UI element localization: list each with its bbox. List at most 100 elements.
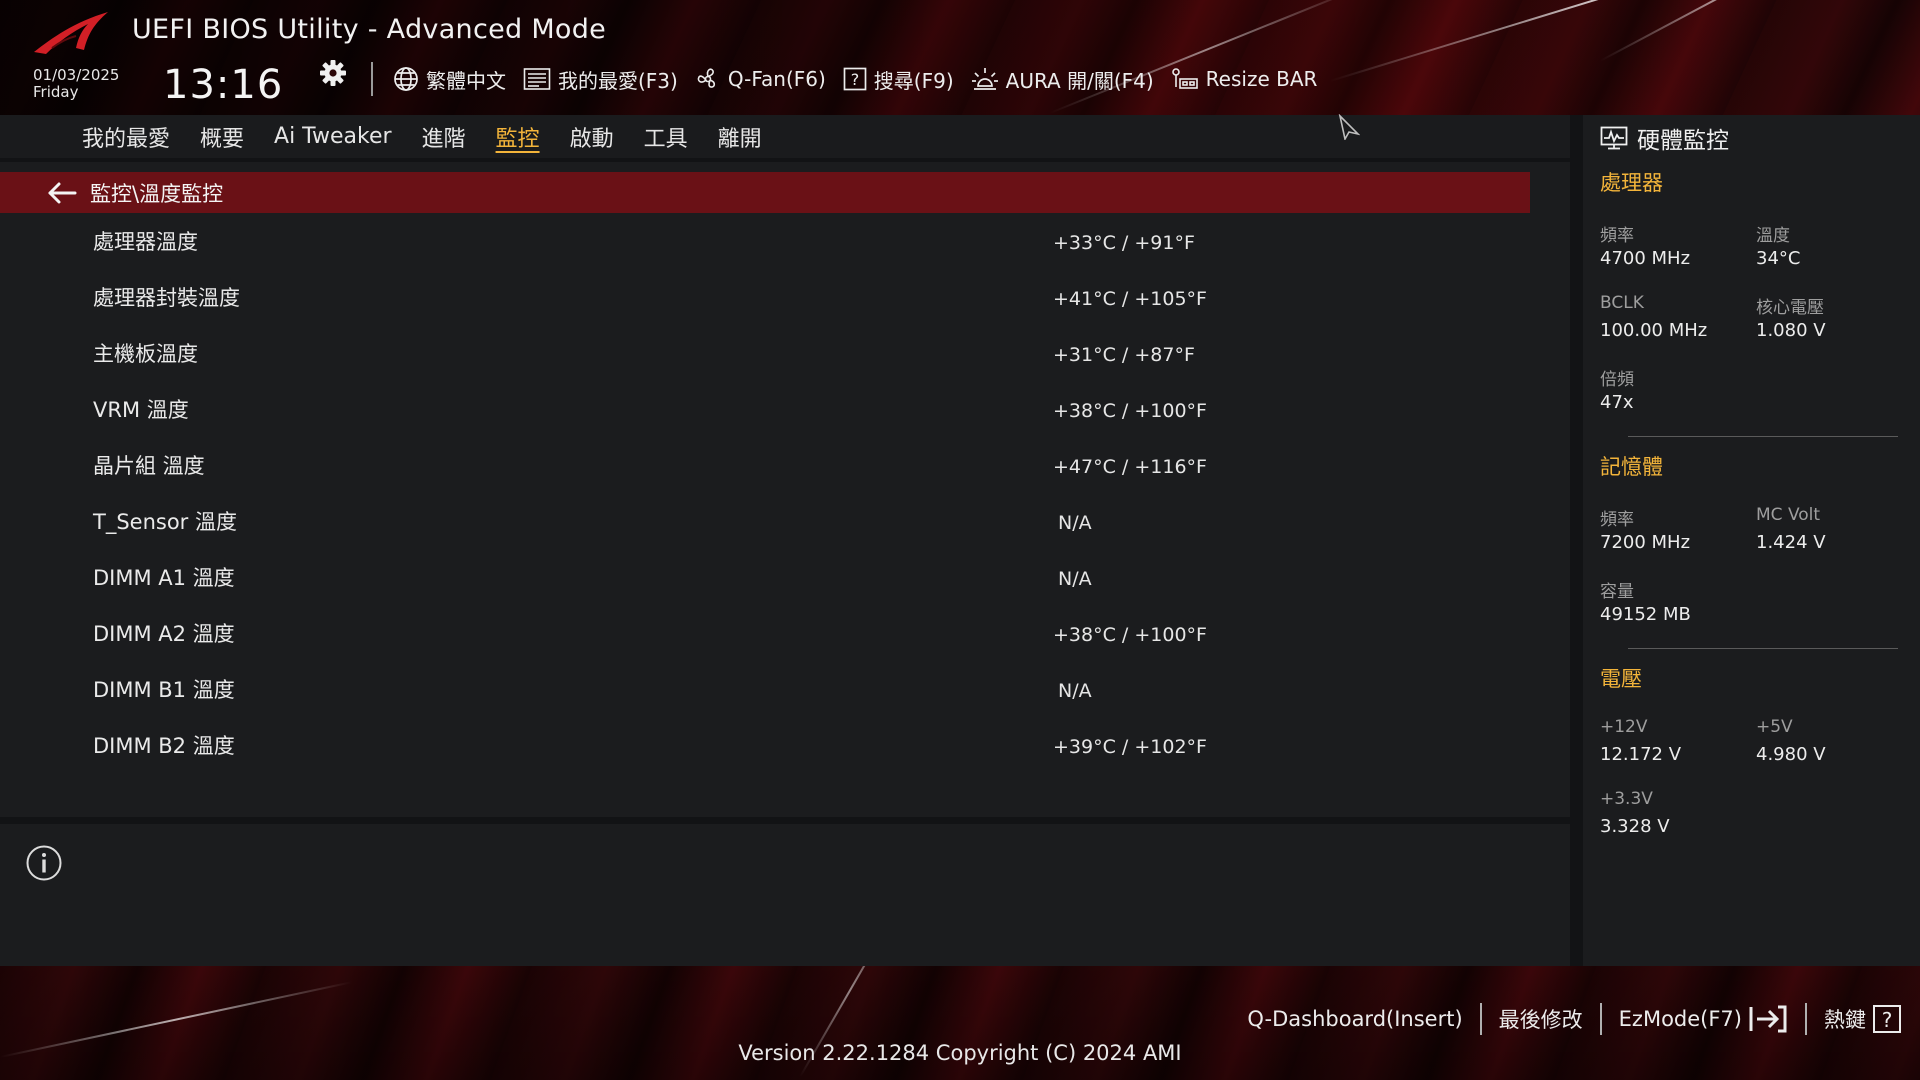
temperature-row[interactable]: 處理器封裝溫度 +41°C / +105°F [0, 274, 1530, 330]
hw-mem-freq-label: 頻率 [1600, 510, 1634, 530]
sensor-label: DIMM A2 溫度 [93, 622, 235, 646]
hw-monitor-title: 硬體監控 [1600, 118, 1729, 158]
menu-tab-8[interactable]: 離開 [718, 121, 762, 153]
qdashboard-button[interactable]: Q-Dashboard(Insert) [1247, 1007, 1462, 1031]
date-display: 01/03/2025 Friday [33, 67, 119, 101]
sensor-value: +39°C / +102°F [1053, 736, 1207, 758]
temperature-row[interactable]: VRM 溫度 +38°C / +100°F [0, 386, 1530, 442]
temperature-row[interactable]: T_Sensor 溫度 N/A [0, 498, 1530, 554]
hw-monitor-title-text: 硬體監控 [1637, 128, 1729, 154]
clock[interactable]: 13:16 [163, 62, 283, 108]
help-search-icon: ? [843, 67, 867, 91]
aura-button[interactable]: AURA 開/關(F4) [971, 65, 1154, 94]
app-title: UEFI BIOS Utility - Advanced Mode [132, 14, 607, 45]
qfan-label: Q-Fan(F6) [727, 67, 826, 91]
sensor-label: 處理器封裝溫度 [93, 286, 240, 310]
fan-icon [697, 68, 715, 88]
back-arrow-icon[interactable] [46, 181, 78, 205]
hw-cpu-freq-label: 頻率 [1600, 226, 1634, 246]
hw-vcore-label: 核心電壓 [1756, 298, 1824, 318]
sensor-label: 處理器溫度 [93, 230, 198, 254]
temperature-row[interactable]: 處理器溫度 +33°C / +91°F [0, 218, 1530, 274]
favorites-label: 我的最愛(F3) [558, 68, 678, 93]
hw-33v-label: +3.3V [1600, 789, 1653, 809]
temperature-list: 處理器溫度 +33°C / +91°F 處理器封裝溫度 +41°C / +105°F 主… [0, 218, 1530, 778]
gear-icon[interactable] [318, 58, 348, 88]
hw-voltage-heading: 電壓 [1600, 667, 1642, 691]
ezmode-label: EzMode(F7) [1618, 1007, 1742, 1031]
top-header: UEFI BIOS Utility - Advanced Mode 01/03/… [0, 0, 1920, 115]
menu-tab-5[interactable]: 監控 [496, 121, 540, 153]
bottom-links: Q-Dashboard(Insert) 最後修改 EzMode(F7) 熱鍵 ? [1247, 1000, 1902, 1038]
hw-12v-label: +12V [1600, 717, 1648, 737]
qdashboard-label: Q-Dashboard(Insert) [1247, 1007, 1463, 1031]
sensor-label: DIMM A1 溫度 [93, 566, 235, 590]
menu-tab-6[interactable]: 啟動 [570, 121, 614, 153]
hw-5v-label: +5V [1756, 717, 1793, 737]
temperature-row[interactable]: DIMM B2 溫度 +39°C / +102°F [0, 722, 1530, 778]
resize-bar-icon [1171, 68, 1198, 89]
temperature-row[interactable]: 晶片組 溫度 +47°C / +116°F [0, 442, 1530, 498]
hardware-monitor-panel: 硬體監控 處理器 頻率 4700 MHz 溫度 34°C BCLK 100.00… [1583, 115, 1920, 966]
aura-light-icon [971, 68, 998, 90]
rog-logo [34, 12, 108, 54]
last-modified-button[interactable]: 最後修改 [1499, 1004, 1583, 1034]
hw-33v-value: 3.328 V [1600, 816, 1670, 837]
sensor-value: +38°C / +100°F [1053, 400, 1207, 422]
hw-ratio-value: 47x [1600, 392, 1634, 413]
temperature-row[interactable]: DIMM A2 溫度 +38°C / +100°F [0, 610, 1530, 666]
hw-cpu-heading: 處理器 [1600, 171, 1663, 195]
hw-5v-value: 4.980 V [1756, 744, 1826, 765]
svg-text:?: ? [851, 70, 860, 89]
temperature-row[interactable]: DIMM B1 溫度 N/A [0, 666, 1530, 722]
date-value: 01/03/2025 [33, 66, 120, 84]
hotkeys-label: 熱鍵 [1824, 1008, 1866, 1032]
breadcrumb-path: 監控\溫度監控 [90, 181, 224, 206]
hw-divider [1628, 436, 1898, 437]
favorites-button[interactable]: 我的最愛(F3) [523, 65, 678, 94]
sensor-value: N/A [1058, 568, 1092, 590]
sensor-label: DIMM B2 溫度 [93, 734, 235, 758]
language-button[interactable]: 繁體中文 [393, 65, 506, 94]
version-text: Version 2.22.1284 Copyright (C) 2024 AMI [738, 1041, 1182, 1065]
menu-tab-4[interactable]: 進階 [422, 121, 466, 153]
sensor-value: +47°C / +116°F [1053, 456, 1207, 478]
search-button[interactable]: ? 搜尋(F9) [843, 65, 954, 94]
hw-divider [1628, 648, 1898, 649]
qfan-button[interactable]: Q-Fan(F6) [695, 66, 826, 92]
hw-capacity-value: 49152 MB [1600, 604, 1691, 625]
breadcrumb[interactable]: 監控\溫度監控 [0, 172, 1530, 213]
hw-mcvolt-label: MC Volt [1756, 505, 1821, 525]
temperature-row[interactable]: 主機板溫度 +31°C / +87°F [0, 330, 1530, 386]
last-modified-label: 最後修改 [1498, 1008, 1583, 1032]
hotkeys-button[interactable]: 熱鍵 ? [1824, 1004, 1902, 1034]
hw-cpu-temp-label: 溫度 [1756, 226, 1790, 246]
hw-mcvolt-value: 1.424 V [1756, 532, 1826, 553]
temperature-row[interactable]: DIMM A1 溫度 N/A [0, 554, 1530, 610]
content-panel: 監控\溫度監控 處理器溫度 +33°C / +91°F 處理器封裝溫度 +41°C /… [0, 162, 1570, 817]
sensor-value: +33°C / +91°F [1053, 232, 1195, 254]
sensor-label: DIMM B1 溫度 [93, 678, 235, 702]
monitor-chart-icon [1600, 126, 1628, 150]
sensor-label: 主機板溫度 [93, 342, 198, 366]
menu-tab-1[interactable]: 我的最愛 [82, 121, 170, 153]
main-menu-bar: 我的最愛 概要 Ai Tweaker 進階 監控 啟動 工具 離開 [0, 115, 1570, 158]
bios-screen: UEFI BIOS Utility - Advanced Mode 01/03/… [0, 0, 1920, 1080]
menu-tab-7[interactable]: 工具 [644, 121, 688, 153]
menu-tab-3[interactable]: Ai Tweaker [274, 124, 392, 149]
help-info-panel [0, 824, 1570, 966]
menu-tab-2[interactable]: 概要 [200, 121, 244, 153]
ezmode-button[interactable]: EzMode(F7) [1619, 1004, 1788, 1034]
weekday-value: Friday [33, 83, 79, 101]
resize-bar-button[interactable]: Resize BAR [1171, 67, 1317, 91]
hw-memory-heading: 記憶體 [1600, 455, 1663, 479]
toolbar: 繁體中文 我的最愛(F3) Q-Fan(F6) ? 搜尋(F9) AURA 開/… [393, 62, 1334, 96]
bottom-bar: Q-Dashboard(Insert) 最後修改 EzMode(F7) 熱鍵 ?… [0, 966, 1920, 1080]
sensor-value: N/A [1058, 680, 1092, 702]
hw-ratio-label: 倍頻 [1600, 370, 1634, 390]
info-icon [26, 845, 62, 881]
sensor-value: +31°C / +87°F [1053, 344, 1195, 366]
aura-label: AURA 開/關(F4) [1005, 68, 1154, 93]
mouse-cursor-icon [1338, 114, 1360, 140]
main-menu: 我的最愛 概要 Ai Tweaker 進階 監控 啟動 工具 離開 [82, 115, 762, 158]
